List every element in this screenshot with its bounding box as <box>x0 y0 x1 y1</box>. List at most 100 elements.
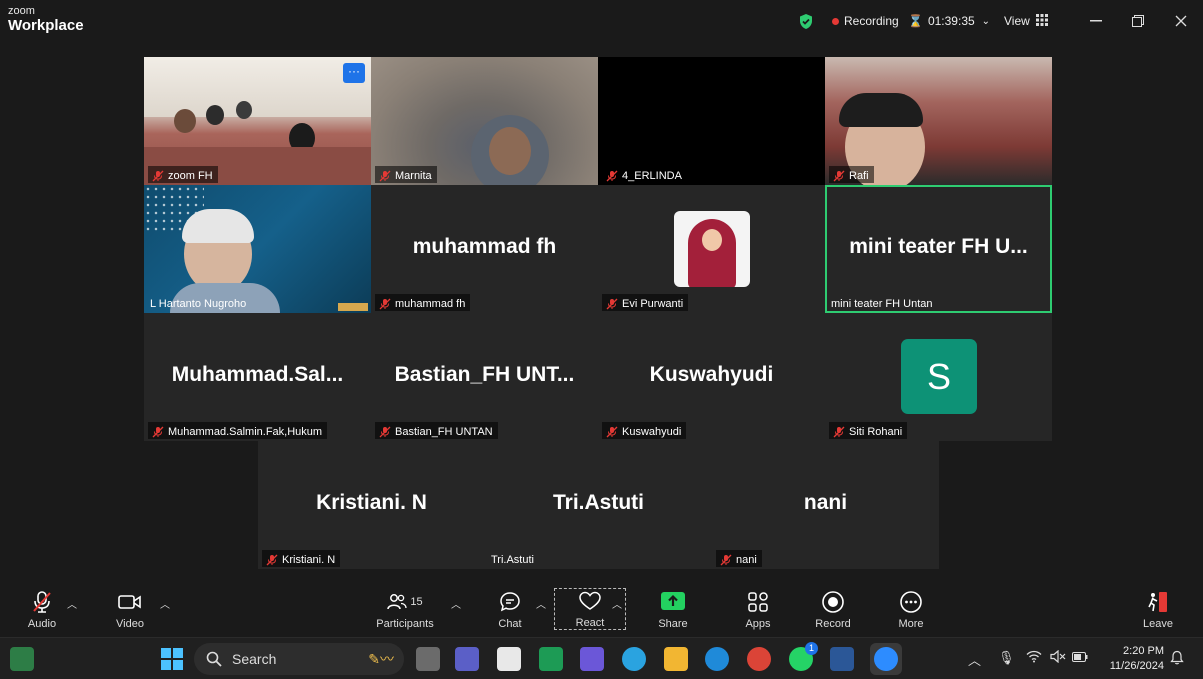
participant-name-label: Rafi <box>829 166 874 183</box>
muted-mic-icon <box>606 298 618 309</box>
chat-options-chevron-icon[interactable]: ︿ <box>536 596 546 611</box>
more-button[interactable]: More <box>891 590 931 630</box>
windows-start-icon[interactable] <box>160 647 184 671</box>
muted-mic-icon <box>720 554 732 565</box>
participant-figure <box>236 101 252 119</box>
video-tile-marnita[interactable]: Marnita <box>371 57 598 185</box>
telegram-icon[interactable] <box>622 647 646 671</box>
brand-big: Workplace <box>8 17 84 34</box>
audio-options-chevron-icon[interactable]: ︿ <box>67 596 77 611</box>
participant-name-label: L Hartanto Nugroho <box>148 294 251 311</box>
teams-icon[interactable] <box>455 647 479 671</box>
participant-hair <box>839 93 923 127</box>
profile-picture <box>674 211 750 287</box>
copilot-icon[interactable] <box>580 647 604 671</box>
participant-name-label: Bastian_FH UNTAN <box>375 422 498 439</box>
title-bar: zoom Workplace Recording ⌛ 01:39:35 ⌄ Vi… <box>0 0 1203 42</box>
system-clock[interactable]: 2:20 PM 11/26/2024 <box>1100 644 1164 674</box>
hourglass-icon: ⌛ <box>908 14 923 28</box>
video-tile-zoom-fh[interactable]: ··· zoom FH <box>144 57 371 185</box>
chrome-icon[interactable] <box>747 647 771 671</box>
participant-name-label: nani <box>716 550 762 567</box>
camera-icon <box>110 590 150 614</box>
muted-mic-icon <box>379 170 391 181</box>
participant-hair <box>182 209 254 243</box>
view-menu-button[interactable]: View <box>1004 12 1048 30</box>
participant-name-label: Marnita <box>375 166 437 183</box>
leave-door-icon <box>1138 590 1178 614</box>
taskbar-search-input[interactable]: Search ✎〰 <box>194 643 404 675</box>
muted-mic-icon <box>266 554 278 565</box>
record-button[interactable]: Record <box>810 590 856 630</box>
recording-dot-icon <box>832 17 839 25</box>
speaker-muted-icon[interactable] <box>1050 649 1066 666</box>
video-tile-kuswahyudi[interactable]: Kuswahyudi Kuswahyudi <box>598 313 825 441</box>
participant-display-name: Tri.Astuti <box>552 491 644 514</box>
video-tile-evi-purwanti[interactable]: Evi Purwanti <box>598 185 825 313</box>
video-tile-tri-astuti[interactable]: Tri.Astuti Tri.Astuti <box>485 441 712 569</box>
store-icon[interactable] <box>497 647 521 671</box>
participant-display-name: mini teater FH U... <box>849 235 1028 258</box>
close-icon[interactable] <box>1170 10 1192 32</box>
video-button[interactable]: Video <box>110 590 150 630</box>
chat-icon <box>490 590 530 614</box>
video-tile-muhammad-fh[interactable]: muhammad fh muhammad fh <box>371 185 598 313</box>
muted-mic-icon <box>152 170 164 181</box>
video-tile-nani[interactable]: nani nani <box>712 441 939 569</box>
video-tile-bastian[interactable]: Bastian_FH UNT... Bastian_FH UNTAN <box>371 313 598 441</box>
muted-mic-icon <box>606 170 618 181</box>
tray-overflow-chevron-icon[interactable]: ︿ <box>968 650 981 669</box>
participant-display-name: Bastian_FH UNT... <box>394 363 575 386</box>
react-options-chevron-icon[interactable]: ︿ <box>612 596 622 611</box>
wifi-icon[interactable] <box>1026 650 1042 666</box>
video-tile-rafi[interactable]: Rafi <box>825 57 1052 185</box>
stocks-widget-icon[interactable] <box>10 647 34 671</box>
share-button[interactable]: Share <box>653 590 693 630</box>
meeting-timer[interactable]: ⌛ 01:39:35 ⌄ <box>908 12 990 30</box>
recording-indicator[interactable]: Recording <box>832 12 899 30</box>
microphone-tray-icon[interactable]: 🎙 <box>998 650 1015 666</box>
search-icon <box>206 651 222 667</box>
task-view-icon[interactable] <box>416 647 440 671</box>
participant-name-label: mini teater FH Untan <box>829 294 937 311</box>
whatsapp-badge: 1 <box>805 642 818 655</box>
word-icon[interactable] <box>830 647 854 671</box>
avatar-initial: S <box>901 339 977 414</box>
video-tile-hartanto[interactable]: L Hartanto Nugroho <box>144 185 371 313</box>
participant-name: Rafi <box>849 169 869 182</box>
participant-name: Bastian_FH UNTAN <box>395 425 493 438</box>
video-tile-muhammad-salmin[interactable]: Muhammad.Sal... Muhammad.Salmin.Fak,Huku… <box>144 313 371 441</box>
participant-name: Kuswahyudi <box>622 425 682 438</box>
muted-mic-icon <box>379 426 391 437</box>
zoom-taskbar-button[interactable] <box>870 643 902 675</box>
battery-icon[interactable] <box>1072 650 1088 665</box>
audio-button[interactable]: Audio <box>22 590 62 630</box>
meet-icon[interactable] <box>539 647 563 671</box>
more-options-icon[interactable]: ··· <box>343 63 365 83</box>
muted-mic-icon <box>833 170 845 181</box>
security-shield-icon[interactable] <box>798 12 814 30</box>
file-explorer-icon[interactable] <box>664 647 688 671</box>
video-tile-siti-rohani[interactable]: S Siti Rohani <box>825 313 1052 441</box>
muted-mic-icon <box>606 426 618 437</box>
edge-icon[interactable] <box>705 647 729 671</box>
muted-mic-icon <box>379 298 391 309</box>
participant-name: muhammad fh <box>395 297 466 310</box>
video-tile-mini-teater[interactable]: mini teater FH U... mini teater FH Untan <box>825 185 1052 313</box>
participants-options-chevron-icon[interactable]: ︿ <box>451 596 461 611</box>
video-tile-erlinda[interactable]: 4_ERLINDA <box>598 57 825 185</box>
apps-button[interactable]: Apps <box>738 590 778 630</box>
participants-button[interactable]: 15 Participants <box>370 590 440 630</box>
video-tile-kristiani[interactable]: Kristiani. N Kristiani. N <box>258 441 485 569</box>
video-options-chevron-icon[interactable]: ︿ <box>160 596 170 611</box>
participant-name-label: Kristiani. N <box>262 550 341 567</box>
leave-button[interactable]: Leave <box>1138 590 1178 630</box>
chat-button[interactable]: Chat <box>490 590 530 630</box>
participant-name: Kristiani. N <box>282 553 336 566</box>
minimize-icon[interactable] <box>1085 10 1107 32</box>
restore-icon[interactable] <box>1127 10 1149 32</box>
notification-bell-icon[interactable] <box>1170 650 1184 668</box>
whatsapp-icon[interactable]: 1 <box>789 642 818 671</box>
leave-label: Leave <box>1143 618 1173 630</box>
brand-small: zoom <box>8 5 35 17</box>
